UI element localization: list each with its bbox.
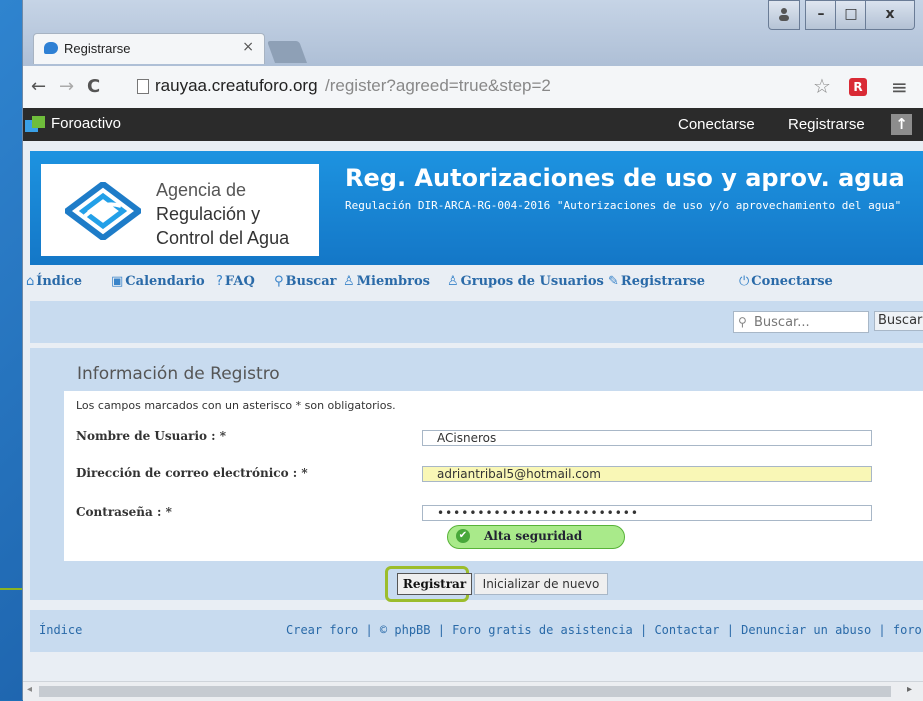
help-icon: ? xyxy=(216,274,223,289)
agency-logo[interactable]: Agencia de Regulación y Control del Agua xyxy=(41,164,319,256)
scroll-up-icon[interactable]: ↑ xyxy=(891,114,912,135)
footer-links[interactable]: Crear foro | © phpBB | Foro gratis de as… xyxy=(286,623,923,637)
calendar-icon: ▣ xyxy=(111,274,124,289)
menu-icon[interactable]: ≡ xyxy=(891,75,908,99)
strength-label: Alta seguridad xyxy=(484,529,583,543)
search-icon: ⚲ xyxy=(274,274,284,289)
forum-header: Agencia de Regulación y Control del Agua… xyxy=(30,151,923,265)
check-icon: ✔ xyxy=(456,529,470,543)
magnifier-icon: ⚲ xyxy=(738,315,747,329)
tab-registrarse[interactable]: Registrarse × xyxy=(33,33,265,64)
foroactivo-brand[interactable]: Foroactivo xyxy=(51,115,121,132)
password-label: Contraseña : * xyxy=(76,505,172,519)
nav-label: Registrarse xyxy=(620,274,706,289)
search-placeholder: Buscar... xyxy=(754,315,810,330)
forward-arrow-icon[interactable]: → xyxy=(59,76,74,97)
url-path: /register?agreed=true&step=2 xyxy=(325,76,551,95)
logo-text-line3: Control del Agua xyxy=(156,228,290,248)
nav-label: Grupos de Usuarios xyxy=(460,274,604,289)
title-bar: Registrarse × – □ x xyxy=(23,0,923,66)
nav-buscar[interactable]: ⚲ Buscar xyxy=(274,274,336,289)
nav-faq[interactable]: ? FAQ xyxy=(216,274,255,289)
registration-form: Los campos marcados con un asterisco * s… xyxy=(64,391,923,561)
users-icon: ♙ xyxy=(447,274,459,289)
nav-label: Conectarse xyxy=(751,274,833,289)
nav-label: Miembros xyxy=(356,274,430,289)
required-note: Los campos marcados con un asterisco * s… xyxy=(76,399,396,412)
username-field[interactable]: ACisneros xyxy=(422,430,872,446)
profile-button[interactable] xyxy=(768,0,800,30)
user-icon: ♙ xyxy=(343,274,355,289)
registration-panel: Información de Registro Los campos marca… xyxy=(30,348,923,602)
address-bar[interactable]: rauyaa.creatuforo.org /register?agreed=t… xyxy=(119,73,759,99)
email-field[interactable]: adriantribal5@hotmail.com xyxy=(422,466,872,482)
register-link[interactable]: Registrarse xyxy=(788,116,865,133)
forum-top-bar: Foroactivo Conectarse Registrarse ↑ xyxy=(23,108,923,141)
username-label: Nombre de Usuario : * xyxy=(76,429,227,443)
scroll-left-icon[interactable]: ◂ xyxy=(27,684,32,695)
back-arrow-icon[interactable]: ← xyxy=(31,76,46,97)
search-input[interactable]: ⚲ Buscar... xyxy=(733,311,869,333)
power-icon: ⏻ xyxy=(739,274,750,289)
nav-grupos[interactable]: ♙ Grupos de Usuarios xyxy=(447,274,604,289)
new-tab-button[interactable] xyxy=(266,41,308,63)
person-icon xyxy=(779,8,789,21)
url-host: rauyaa.creatuforo.org xyxy=(155,76,318,95)
nav-conectarse[interactable]: ⏻ Conectarse xyxy=(739,274,833,289)
scrollbar-thumb[interactable] xyxy=(39,686,891,697)
register-icon: ✎ xyxy=(608,274,619,289)
logo-text-line1: Agencia de xyxy=(156,180,247,200)
footer-index-link[interactable]: Índice xyxy=(39,623,82,637)
horizontal-scrollbar[interactable]: ◂ ▸ xyxy=(23,681,923,701)
page-icon xyxy=(137,79,149,94)
minimize-button[interactable]: – xyxy=(805,0,837,30)
search-button[interactable]: Buscar xyxy=(874,311,923,331)
nav-label: Índice xyxy=(36,274,83,289)
browser-window: Registrarse × – □ x ← → C rauyaa.creatuf… xyxy=(22,0,923,701)
registration-title: Información de Registro xyxy=(77,364,280,384)
scroll-right-icon[interactable]: ▸ xyxy=(907,684,912,695)
forum-footer: Índice Crear foro | © phpBB | Foro grati… xyxy=(30,610,923,652)
extension-icon[interactable]: R xyxy=(849,78,867,96)
nav-miembros[interactable]: ♙ Miembros xyxy=(343,274,430,289)
nav-label: Calendario xyxy=(125,274,205,289)
nav-label: FAQ xyxy=(224,274,255,289)
browser-toolbar: ← → C rauyaa.creatuforo.org /register?ag… xyxy=(23,66,923,109)
maximize-button[interactable]: □ xyxy=(835,0,867,30)
forum-description: Regulación DIR-ARCA-RG-004-2016 "Autoriz… xyxy=(345,199,902,212)
forum-title[interactable]: Reg. Autorizaciones de uso y aprov. agua xyxy=(345,164,905,192)
chat-bubble-icon xyxy=(44,42,58,54)
nav-indice[interactable]: ⌂ Índice xyxy=(26,274,82,289)
foroactivo-logo-icon xyxy=(25,116,45,134)
password-field[interactable]: ••••••••••••••••••••••••• xyxy=(422,505,872,521)
forum-navigation: ⌂ Índice ▣ Calendario ? FAQ ⚲ Buscar ♙ Miembr… xyxy=(23,274,923,298)
register-button[interactable]: Registrar xyxy=(397,573,472,595)
tab-title: Registrarse xyxy=(64,41,131,56)
bookmark-star-icon[interactable]: ☆ xyxy=(813,74,831,98)
search-bar: ⚲ Buscar... Buscar xyxy=(30,301,923,343)
home-icon: ⌂ xyxy=(26,274,35,289)
nav-calendario[interactable]: ▣ Calendario xyxy=(111,274,205,289)
login-link[interactable]: Conectarse xyxy=(678,116,755,133)
password-strength-badge: ✔ Alta seguridad xyxy=(447,525,625,549)
email-label: Dirección de correo electrónico : * xyxy=(76,466,308,480)
agency-emblem-icon xyxy=(65,182,141,240)
nav-registrarse[interactable]: ✎ Registrarse xyxy=(608,274,705,289)
nav-label: Buscar xyxy=(285,274,337,289)
page-content: Agencia de Regulación y Control del Agua… xyxy=(23,141,923,681)
reload-icon[interactable]: C xyxy=(87,76,100,97)
logo-text-line2: Regulación y xyxy=(156,204,261,224)
close-button[interactable]: x xyxy=(865,0,915,30)
reset-button[interactable]: Inicializar de nuevo xyxy=(474,573,608,595)
tab-close-icon[interactable]: × xyxy=(242,39,254,55)
